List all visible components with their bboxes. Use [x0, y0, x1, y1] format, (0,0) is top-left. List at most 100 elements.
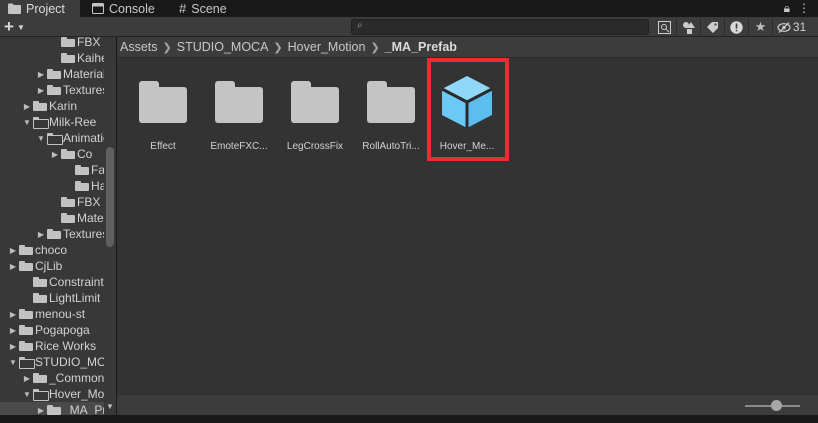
chevron-right-icon[interactable]: ▶: [8, 326, 18, 335]
chevron-right-icon[interactable]: ▶: [22, 374, 32, 383]
chevron-down-icon[interactable]: ▼: [22, 390, 32, 399]
tree-item[interactable]: ▼ Animation: [0, 130, 104, 146]
chevron-right-icon[interactable]: ▶: [36, 86, 46, 95]
search-input[interactable]: [368, 20, 646, 34]
breadcrumb-studio-moca[interactable]: STUDIO_MOCA: [177, 40, 269, 54]
window-bottom-edge: [0, 415, 818, 423]
tree-item[interactable]: ▶ Karin: [0, 98, 104, 114]
chevron-down-icon[interactable]: ▼: [8, 358, 18, 367]
tree-item-label: choco: [35, 243, 68, 257]
folder-open-icon: [33, 389, 49, 401]
asset-label: Hover_Me...: [439, 141, 495, 152]
chevron-right-icon[interactable]: ▶: [8, 246, 18, 255]
tree-item[interactable]: ▶ choco: [0, 242, 104, 258]
scroll-down-arrow-icon[interactable]: ▼: [106, 402, 114, 411]
tree-item-label: menou-st: [35, 307, 86, 321]
tree-item[interactable]: ▶FBX: [0, 37, 104, 50]
tree-item-label: Milk-Ree: [49, 115, 97, 129]
asset-folder-rollautotri[interactable]: RollAutoTri...: [359, 72, 423, 162]
chevron-right-icon[interactable]: ▶: [36, 70, 46, 79]
tag-icon: [707, 22, 718, 33]
filter-by-type-button[interactable]: [676, 18, 700, 36]
folder-icon: [33, 373, 47, 383]
tree-item-label: Materials: [77, 211, 104, 225]
asset-folder-effect[interactable]: Effect: [131, 72, 195, 162]
tree-item[interactable]: ▶ _Common: [0, 370, 104, 386]
folder-tree[interactable]: ▶FBX▶Kaihen▶Materials▶Textures▶Karin▼Mil…: [0, 37, 116, 415]
tree-item[interactable]: ▶Constraint: [0, 274, 104, 290]
tree-item[interactable]: ▶Materials: [0, 66, 104, 82]
folder-icon: [139, 81, 187, 123]
tree-item[interactable]: ▶ Co: [0, 146, 104, 162]
asset-prefab-hover-me[interactable]: Hover_Me...: [435, 72, 499, 162]
tab-console[interactable]: Console: [84, 0, 163, 17]
chevron-right-icon[interactable]: ▶: [50, 150, 60, 159]
folder-icon: [75, 165, 89, 175]
grid-icon: #: [179, 1, 187, 16]
tab-scene[interactable]: # Scene: [171, 0, 235, 17]
folder-icon: [61, 197, 75, 207]
lock-icon[interactable]: 🔒︎: [784, 1, 790, 16]
tree-item-label: Hover_Motion: [49, 387, 104, 401]
hidden-packages-button[interactable]: 31: [772, 18, 806, 36]
tree-item-label: Karin: [49, 99, 78, 113]
tab-project-label: Project: [26, 1, 65, 16]
tree-item[interactable]: ▶ CjLib: [0, 258, 104, 274]
folder-icon: [61, 213, 75, 223]
chevron-right-icon: ❯: [370, 41, 380, 54]
tree-item[interactable]: ▼ Hover_Motion: [0, 386, 104, 402]
search-by-type-button[interactable]: [652, 18, 676, 36]
tree-item[interactable]: ▶Materials: [0, 210, 104, 226]
filter-by-label-button[interactable]: [700, 18, 724, 36]
project-footer: [117, 394, 818, 415]
tree-item[interactable]: ▶ menou-st: [0, 306, 104, 322]
tree-item[interactable]: ▶ Rice Works: [0, 338, 104, 354]
tree-scrollbar[interactable]: ▼: [104, 37, 116, 415]
tree-item-label: Fa: [91, 163, 104, 177]
asset-grid[interactable]: Effect EmoteFXC... LegCrossFix RollAutoT…: [117, 58, 818, 394]
filter-log-button[interactable]: [724, 18, 748, 36]
chevron-down-icon[interactable]: ▼: [36, 134, 46, 143]
search-field[interactable]: ⌕: [351, 19, 649, 35]
chevron-right-icon[interactable]: ▶: [8, 310, 18, 319]
tree-item[interactable]: ▶ Textures: [0, 82, 104, 98]
folder-icon: [61, 149, 75, 159]
more-menu-icon[interactable]: ⋮: [798, 1, 810, 16]
tab-project[interactable]: Project: [0, 0, 80, 17]
tree-item-label: Kaihen: [77, 51, 104, 65]
favorites-button[interactable]: ★: [748, 18, 772, 36]
tree-scrollbar-thumb[interactable]: [106, 147, 114, 247]
asset-folder-emotefxc[interactable]: EmoteFXC...: [207, 72, 271, 162]
tree-item-label: Animation: [63, 131, 104, 145]
chevron-right-icon[interactable]: ▶: [36, 406, 46, 415]
tab-window-controls: 🔒︎ ⋮: [784, 1, 810, 16]
tree-item[interactable]: ▶ Textures: [0, 226, 104, 242]
breadcrumb-ma-prefab[interactable]: _MA_Prefab: [385, 40, 457, 54]
folder-icon: [19, 261, 33, 271]
tree-item[interactable]: ▶LightLimit: [0, 290, 104, 306]
folder-icon: [33, 101, 47, 111]
tab-console-label: Console: [109, 1, 155, 16]
chevron-down-icon[interactable]: ▼: [22, 118, 32, 127]
tree-item[interactable]: ▶FBX: [0, 194, 104, 210]
folder-icon: [47, 85, 61, 95]
chevron-right-icon[interactable]: ▶: [8, 262, 18, 271]
tree-item[interactable]: ▶Kaihen: [0, 50, 104, 66]
chevron-right-icon: ❯: [162, 41, 172, 54]
tree-item[interactable]: ▼ Milk-Ree: [0, 114, 104, 130]
tree-item[interactable]: ▶Ha: [0, 178, 104, 194]
chevron-right-icon[interactable]: ▶: [22, 102, 32, 111]
asset-folder-legcrossfix[interactable]: LegCrossFix: [283, 72, 347, 162]
tree-item[interactable]: ▶ Pogapoga: [0, 322, 104, 338]
tree-item[interactable]: ▶Fa: [0, 162, 104, 178]
breadcrumb-hover-motion[interactable]: Hover_Motion: [288, 40, 366, 54]
tree-item[interactable]: ▶ _MA_Prefab: [0, 402, 104, 415]
tree-item[interactable]: ▼ STUDIO_MOCA: [0, 354, 104, 370]
tree-item-label: FBX: [77, 37, 101, 49]
breadcrumb-assets[interactable]: Assets: [120, 40, 158, 54]
tree-item-label: _Common: [49, 371, 104, 385]
zoom-slider-thumb[interactable]: [771, 400, 782, 411]
chevron-right-icon[interactable]: ▶: [36, 230, 46, 239]
chevron-right-icon[interactable]: ▶: [8, 342, 18, 351]
create-asset-button[interactable]: + ▼: [4, 18, 25, 36]
